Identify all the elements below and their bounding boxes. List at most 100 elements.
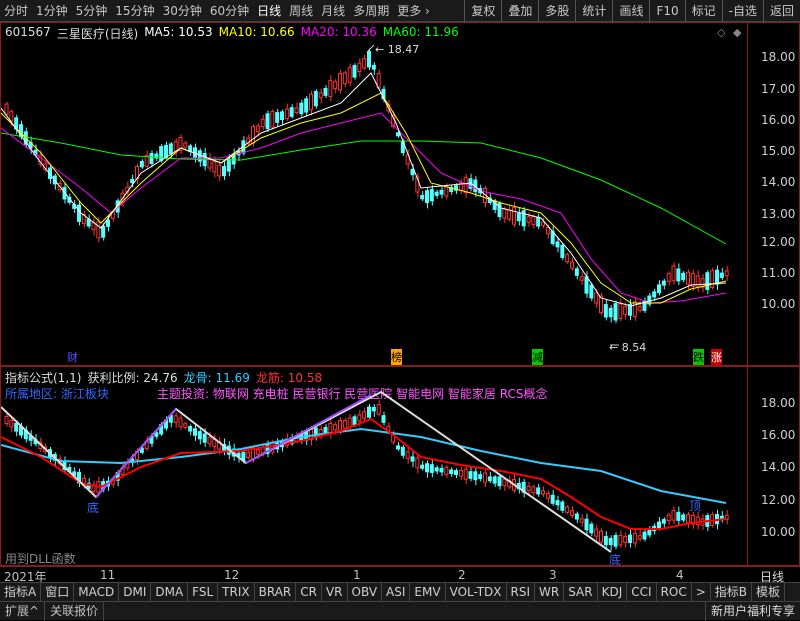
candle: [396, 132, 400, 137]
tab-indicator-b[interactable]: 指标B: [711, 582, 753, 602]
candle: [173, 415, 178, 423]
tab-roc[interactable]: ROC: [657, 582, 692, 602]
marker-rise[interactable]: 涨: [711, 349, 722, 365]
candle: [309, 93, 313, 111]
tab-cci[interactable]: CCI: [627, 582, 657, 602]
candle: [173, 141, 178, 152]
candle: [323, 87, 328, 96]
period-tab-fenshi[interactable]: 分时: [0, 0, 32, 22]
tab-rsi[interactable]: RSI: [507, 582, 536, 602]
period-tab-1min[interactable]: 1分钟: [32, 0, 72, 22]
candle: [492, 476, 497, 484]
price-tick: 17.00: [761, 82, 796, 96]
tab-obv[interactable]: OBV: [348, 582, 383, 602]
tab-vr[interactable]: VR: [322, 582, 348, 602]
tab-sar[interactable]: SAR: [564, 582, 598, 602]
candle: [318, 429, 323, 435]
date-axis: 2021年 11 12 1 2 3 4 日线: [0, 566, 800, 584]
kline-panel[interactable]: 601567 三星医疗(日线) MA5: 10.53 MA10: 10.66 M…: [0, 22, 800, 366]
candle: [652, 291, 657, 298]
candle: [463, 468, 468, 480]
candle: [719, 272, 724, 278]
marker-fall[interactable]: 跌: [693, 349, 704, 365]
candle: [512, 207, 516, 225]
candles-ind: [4, 400, 729, 551]
candle: [96, 221, 101, 239]
tab-fsl[interactable]: FSL: [188, 582, 219, 602]
candle: [318, 92, 323, 99]
tab-template[interactable]: 模板: [752, 582, 786, 602]
tab-trix[interactable]: TRIX: [218, 582, 255, 602]
candle: [637, 535, 642, 540]
candle: [159, 146, 164, 162]
candle: [362, 411, 367, 419]
candle: [468, 471, 473, 479]
new-user-promo[interactable]: 新用户福利专享: [704, 601, 800, 621]
price-tick: 15.00: [761, 144, 796, 158]
tab-vol-tdx[interactable]: VOL-TDX: [446, 582, 507, 602]
related-quotes-button[interactable]: 关联报价: [45, 601, 105, 621]
statistics-button[interactable]: 统计: [575, 0, 612, 22]
marker-ranking[interactable]: 榜: [391, 349, 402, 365]
candle: [410, 456, 415, 462]
tab-dmi[interactable]: DMI: [119, 582, 152, 602]
period-tab-weekly[interactable]: 周线: [285, 0, 317, 22]
candle: [106, 219, 110, 227]
period-tab-more[interactable]: 更多 ›: [393, 0, 434, 22]
tab-dma[interactable]: DMA: [151, 582, 189, 602]
indicator-panel[interactable]: 指标公式(1,1) 获利比例: 24.76 龙骨: 11.69 龙筋: 10.5…: [0, 366, 800, 567]
candle: [86, 218, 91, 227]
draw-line-button[interactable]: 画线: [612, 0, 649, 22]
candle: [183, 423, 188, 428]
period-tab-multi[interactable]: 多周期: [349, 0, 393, 22]
candle: [545, 492, 550, 499]
restore-rights-button[interactable]: 复权: [464, 0, 501, 22]
period-tab-daily[interactable]: 日线: [253, 0, 285, 22]
period-tab-5min[interactable]: 5分钟: [72, 0, 112, 22]
candle: [550, 494, 555, 504]
tab-scroll-right[interactable]: >: [692, 582, 711, 602]
tab-wr[interactable]: WR: [535, 582, 565, 602]
tab-asi[interactable]: ASI: [382, 582, 411, 602]
candle: [618, 303, 623, 319]
candle: [352, 65, 357, 78]
indicator-tick: 14.00: [761, 460, 796, 474]
candle: [14, 422, 19, 432]
marker-reduce[interactable]: 减: [532, 349, 543, 365]
multi-stock-button[interactable]: 多股: [538, 0, 575, 22]
expand-label: 扩展: [5, 603, 30, 618]
mark-button[interactable]: 标记: [684, 0, 722, 22]
period-tab-60min[interactable]: 60分钟: [206, 0, 253, 22]
candle: [666, 273, 671, 282]
candle: [608, 307, 613, 318]
f10-button[interactable]: F10: [649, 0, 684, 22]
dll-note: 用到DLL函数: [5, 552, 76, 566]
tab-window[interactable]: 窗口: [41, 582, 75, 602]
tab-cr[interactable]: CR: [296, 582, 322, 602]
candle: [458, 470, 463, 477]
remove-watchlist-button[interactable]: -自选: [721, 0, 763, 22]
period-toolbar: 分时 1分钟 5分钟 15分钟 30分钟 60分钟 日线 周线 月线 多周期 更…: [0, 0, 800, 22]
tab-emv[interactable]: EMV: [410, 582, 446, 602]
candle: [255, 125, 260, 133]
overlay-button[interactable]: 叠加: [501, 0, 538, 22]
tab-brar[interactable]: BRAR: [255, 582, 297, 602]
period-tab-15min[interactable]: 15分钟: [111, 0, 158, 22]
tab-macd[interactable]: MACD: [74, 582, 120, 602]
date-tick: 3: [549, 568, 557, 582]
candle: [661, 519, 666, 524]
back-button[interactable]: 返回: [762, 0, 800, 22]
tab-indicator-a[interactable]: 指标A: [0, 582, 42, 602]
period-tab-30min[interactable]: 30分钟: [159, 0, 206, 22]
dragon-bone-line: [1, 427, 727, 504]
candle: [139, 160, 144, 168]
period-tab-monthly[interactable]: 月线: [317, 0, 349, 22]
candle: [584, 276, 589, 294]
marker-finance[interactable]: 财: [67, 349, 78, 365]
price-tick: 11.00: [761, 266, 796, 280]
expand-button[interactable]: 扩展^: [0, 601, 46, 621]
candle: [357, 414, 362, 422]
price-tick: 10.00: [761, 297, 796, 311]
price-tick: 16.00: [761, 113, 796, 127]
tab-kdj[interactable]: KDJ: [598, 582, 628, 602]
